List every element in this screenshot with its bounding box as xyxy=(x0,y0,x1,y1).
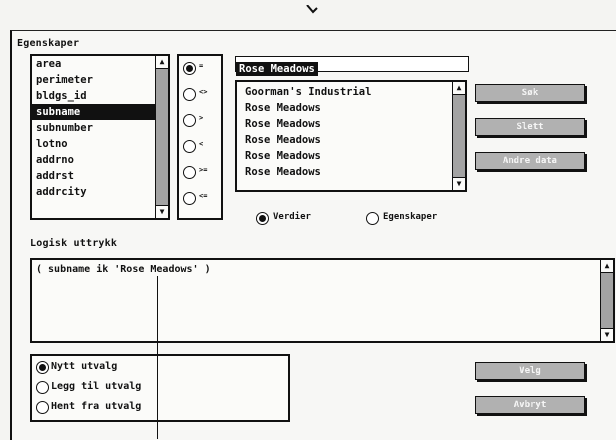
operator-radio[interactable] xyxy=(183,88,196,101)
value-item[interactable]: Rose Meadows xyxy=(237,116,465,132)
mode-properties-label: Egenskaper xyxy=(383,212,438,222)
operator-label: >= xyxy=(199,166,208,174)
operator-radio[interactable] xyxy=(183,62,196,75)
selection-label: Legg til utvalg xyxy=(51,381,142,392)
value-item[interactable]: Rose Meadows xyxy=(237,100,465,116)
selection-option[interactable]: Nytt utvalg xyxy=(36,361,276,375)
value-item[interactable]: Goorman's Industrial xyxy=(237,84,465,100)
scroll-down-icon[interactable]: ▼ xyxy=(453,177,465,190)
expression-label: Logisk uttrykk xyxy=(30,238,118,249)
operator-label: <= xyxy=(199,192,208,200)
operator-label: = xyxy=(199,62,204,70)
field-item[interactable]: area xyxy=(32,56,156,72)
value-list-scrollbar[interactable]: ▲ ▼ xyxy=(452,82,465,190)
choose-button[interactable]: Velg xyxy=(475,362,585,380)
scroll-down-icon[interactable]: ▼ xyxy=(156,205,168,218)
selection-radio[interactable] xyxy=(36,361,49,374)
field-item[interactable]: subname xyxy=(32,104,156,120)
scroll-up-icon[interactable]: ▲ xyxy=(601,260,613,273)
mode-values-label: Verdier xyxy=(273,212,311,222)
field-item[interactable]: lotno xyxy=(32,136,156,152)
operator-label: < xyxy=(199,140,204,148)
operator-radio[interactable] xyxy=(183,166,196,179)
operator-radio[interactable] xyxy=(183,140,196,153)
operator-label: > xyxy=(199,114,204,122)
expression-area[interactable]: ( subname ik 'Rose Meadows' ) ▲ ▼ xyxy=(30,258,615,343)
value-item[interactable]: Rose Meadows xyxy=(237,148,465,164)
operator-box: = <> > < >= <= xyxy=(177,54,223,220)
load-data-button[interactable]: Andre data xyxy=(475,152,585,170)
operator-option[interactable]: < xyxy=(183,140,217,154)
scroll-up-icon[interactable]: ▲ xyxy=(453,82,465,95)
section-title: Egenskaper xyxy=(17,38,80,49)
field-item[interactable]: addrst xyxy=(32,168,156,184)
expression-text: ( subname ik 'Rose Meadows' ) xyxy=(36,264,211,275)
search-button[interactable]: Søk xyxy=(475,84,585,102)
operator-radio[interactable] xyxy=(183,114,196,127)
value-input[interactable]: Rose Meadows xyxy=(235,56,469,76)
selection-radio[interactable] xyxy=(36,401,49,414)
cancel-button[interactable]: Avbryt xyxy=(475,396,585,414)
clear-button[interactable]: Slett xyxy=(475,118,585,136)
value-input-text: Rose Meadows xyxy=(236,62,318,76)
operator-option[interactable]: <= xyxy=(183,192,217,206)
pointer-line xyxy=(157,276,158,439)
field-item[interactable]: addrno xyxy=(32,152,156,168)
field-list[interactable]: area perimeter bldgs_id subname subnumber lot… xyxy=(30,54,170,220)
selection-label: Hent fra utvalg xyxy=(51,401,142,412)
selection-box: Nytt utvalg Legg til utvalg Hent fra utval… xyxy=(30,354,290,422)
selection-label: Nytt utvalg xyxy=(51,361,118,372)
operator-radio[interactable] xyxy=(183,192,196,205)
scroll-up-icon[interactable]: ▲ xyxy=(156,56,168,69)
mode-properties-radio[interactable] xyxy=(366,212,379,225)
operator-option[interactable]: <> xyxy=(183,88,217,102)
field-list-scrollbar[interactable]: ▲ ▼ xyxy=(155,56,168,218)
field-item[interactable]: bldgs_id xyxy=(32,88,156,104)
scroll-down-icon[interactable]: ▼ xyxy=(601,328,613,341)
selection-option[interactable]: Legg til utvalg xyxy=(36,381,276,395)
value-list[interactable]: Goorman's Industrial Rose Meadows Rose Mea… xyxy=(235,80,467,192)
field-item[interactable]: perimeter xyxy=(32,72,156,88)
value-item[interactable]: Rose Meadows xyxy=(237,132,465,148)
operator-option[interactable]: = xyxy=(183,62,217,76)
selection-option[interactable]: Hent fra utvalg xyxy=(36,401,276,415)
expression-scrollbar[interactable]: ▲ ▼ xyxy=(600,260,613,341)
mode-values-radio[interactable] xyxy=(256,212,269,225)
field-item[interactable]: addrcity xyxy=(32,184,156,200)
selection-radio[interactable] xyxy=(36,381,49,394)
operator-label: <> xyxy=(199,88,208,96)
field-item[interactable]: subnumber xyxy=(32,120,156,136)
top-mark xyxy=(305,0,319,14)
value-item[interactable]: Rose Meadows xyxy=(237,164,465,180)
operator-option[interactable]: >= xyxy=(183,166,217,180)
operator-option[interactable]: > xyxy=(183,114,217,128)
